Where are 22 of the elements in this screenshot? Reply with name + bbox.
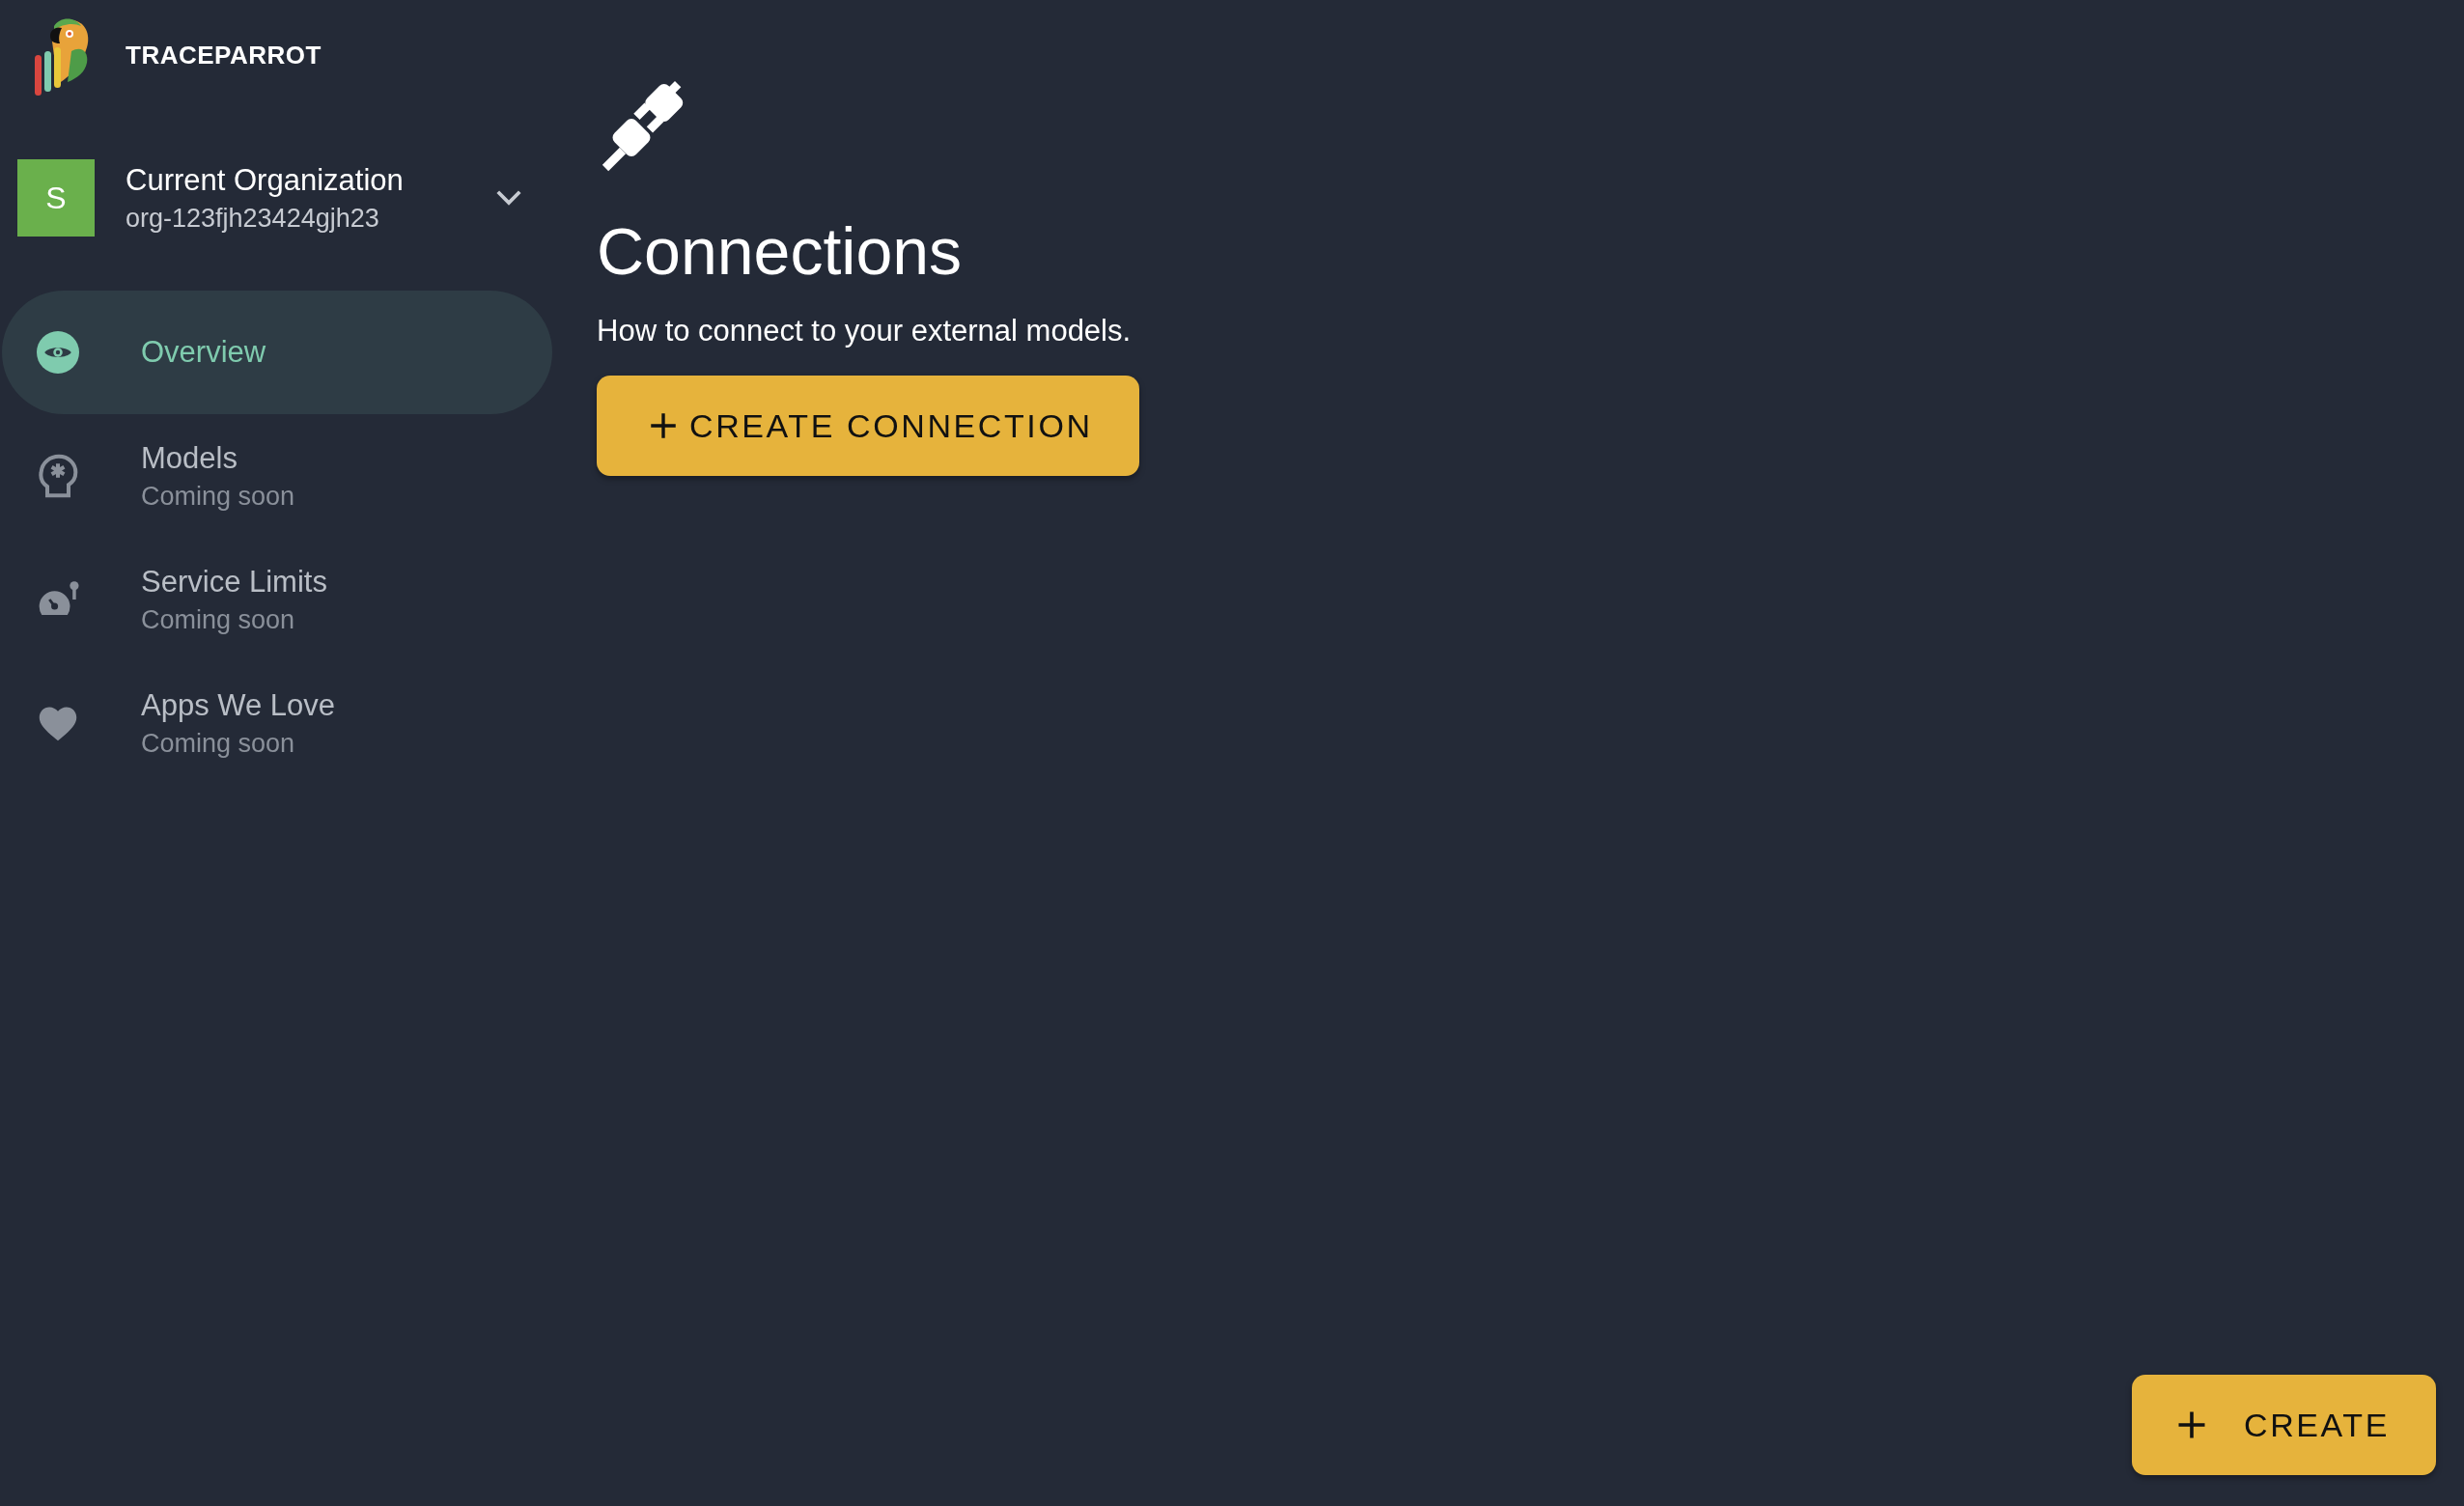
create-connection-button[interactable]: CREATE CONNECTION — [597, 376, 1139, 476]
nav-label: Models — [141, 440, 238, 476]
nav-label: Overview — [141, 335, 266, 370]
organization-id: org-123fjh23424gjh23 — [126, 203, 380, 234]
nav-subtitle: Coming soon — [141, 604, 296, 635]
nav-subtitle: Coming soon — [141, 728, 296, 759]
organization-avatar: S — [17, 159, 95, 237]
nav-label: Apps We Love — [141, 687, 336, 723]
brand-name: TRACEPARROT — [126, 40, 322, 70]
head-icon — [37, 453, 79, 499]
chevron-down-icon[interactable] — [494, 188, 523, 208]
nav-label: Service Limits — [141, 564, 327, 600]
eye-icon — [37, 331, 79, 374]
page-description: How to connect to your external models. — [597, 314, 1132, 349]
page-title: Connections — [597, 213, 963, 289]
create-button[interactable]: CREATE — [2132, 1375, 2436, 1475]
nav-item[interactable]: Service Limits Coming soon — [2, 538, 552, 661]
nav-subtitle: Coming soon — [141, 481, 295, 512]
nav-item[interactable]: Models Coming soon — [2, 414, 552, 538]
nav-item[interactable]: Overview — [2, 291, 552, 414]
organization-title: Current Organization — [126, 162, 405, 198]
nav-item[interactable]: Apps We Love Coming soon — [2, 661, 552, 785]
